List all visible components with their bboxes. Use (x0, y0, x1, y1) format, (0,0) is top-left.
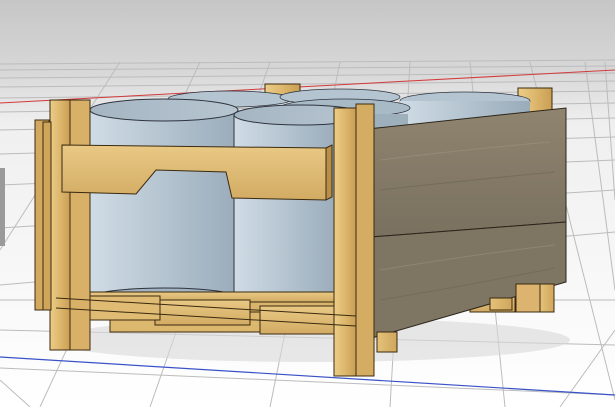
side-panel-sliver (0, 168, 5, 246)
corner-post-front-left (42, 99, 91, 351)
corner-post-front-right (333, 103, 375, 377)
drum-front-left (89, 98, 239, 309)
scene-canvas[interactable] (0, 0, 615, 407)
cad-viewport[interactable] (0, 0, 615, 407)
